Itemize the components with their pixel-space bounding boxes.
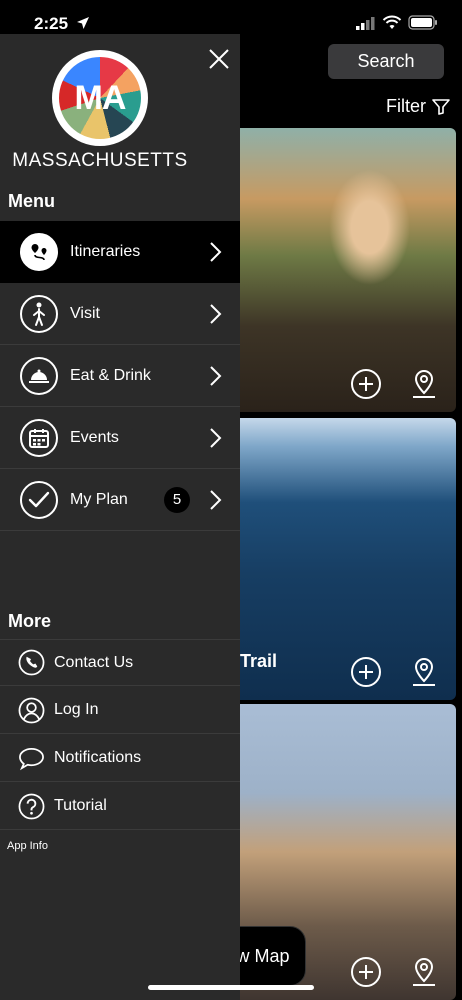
map-pin-icon[interactable] [408, 368, 440, 400]
chevron-right-icon [210, 489, 222, 510]
menu-heading: Menu [8, 191, 55, 211]
wifi-icon [382, 15, 402, 29]
more-item-label: Tutorial [54, 797, 107, 814]
speech-bubble-icon [19, 747, 44, 770]
food-cloche-icon [20, 356, 58, 395]
itinerary-icon [20, 232, 58, 271]
battery-icon [408, 15, 437, 30]
search-button[interactable]: Search [328, 44, 444, 79]
menu-item-events[interactable]: Events [0, 407, 240, 469]
close-icon[interactable] [206, 46, 232, 72]
menu-item-visit[interactable]: Visit [0, 283, 240, 345]
massachusetts-logo: MA [52, 50, 148, 146]
listing-card[interactable] [240, 128, 456, 412]
map-pin-icon[interactable] [408, 956, 440, 988]
location-arrow-icon [77, 17, 89, 29]
more-item-contact-us[interactable]: Contact Us [0, 639, 240, 686]
plan-count-badge: 5 [164, 486, 190, 513]
home-indicator[interactable] [148, 985, 314, 990]
more-item-label: Notifications [54, 749, 142, 766]
add-to-plan-icon[interactable] [350, 956, 382, 988]
menu-item-label: Events [70, 428, 119, 446]
add-to-plan-icon[interactable] [350, 656, 382, 688]
brand-name: MASSACHUSETTS [12, 150, 188, 171]
menu-item-label: My Plan [70, 490, 128, 508]
map-pin-icon[interactable] [408, 656, 440, 688]
more-item-log-in[interactable]: Log In [0, 687, 240, 734]
filter-button[interactable]: Filter [386, 96, 450, 117]
status-time: 2:25 [34, 14, 69, 33]
walking-person-icon [20, 294, 58, 333]
more-item-notifications[interactable]: Notifications [0, 735, 240, 782]
status-bar: 2:25 [0, 0, 462, 36]
phone-icon [18, 649, 45, 676]
card-title: Trail [240, 651, 278, 671]
user-icon [18, 697, 45, 723]
chevron-right-icon [210, 303, 222, 324]
filter-label: Filter [386, 96, 426, 116]
menu-item-label: Eat & Drink [70, 366, 151, 384]
menu-item-label: Visit [70, 304, 100, 322]
more-heading: More [8, 611, 52, 631]
menu-item-my-plan[interactable]: My Plan 5 [0, 469, 240, 531]
filter-icon [432, 98, 450, 115]
chevron-right-icon [210, 241, 222, 262]
chevron-right-icon [210, 427, 222, 448]
question-icon [18, 793, 45, 819]
more-item-label: Log In [54, 701, 99, 718]
calendar-icon [20, 418, 58, 457]
add-to-plan-icon[interactable] [350, 368, 382, 400]
menu-item-eat-drink[interactable]: Eat & Drink [0, 345, 240, 407]
more-item-label: Contact Us [54, 653, 134, 671]
chevron-right-icon [210, 365, 222, 386]
side-drawer: MA MASSACHUSETTS Menu Itineraries Visit … [0, 34, 240, 1000]
more-item-tutorial[interactable]: Tutorial [0, 783, 240, 830]
menu-item-itineraries[interactable]: Itineraries [0, 221, 240, 283]
app-info-link[interactable]: App Info [7, 840, 48, 852]
menu-item-label: Itineraries [70, 242, 141, 260]
listing-card[interactable]: Trail [240, 418, 456, 700]
cellular-signal-icon [356, 17, 375, 30]
checkmark-icon [20, 480, 58, 519]
